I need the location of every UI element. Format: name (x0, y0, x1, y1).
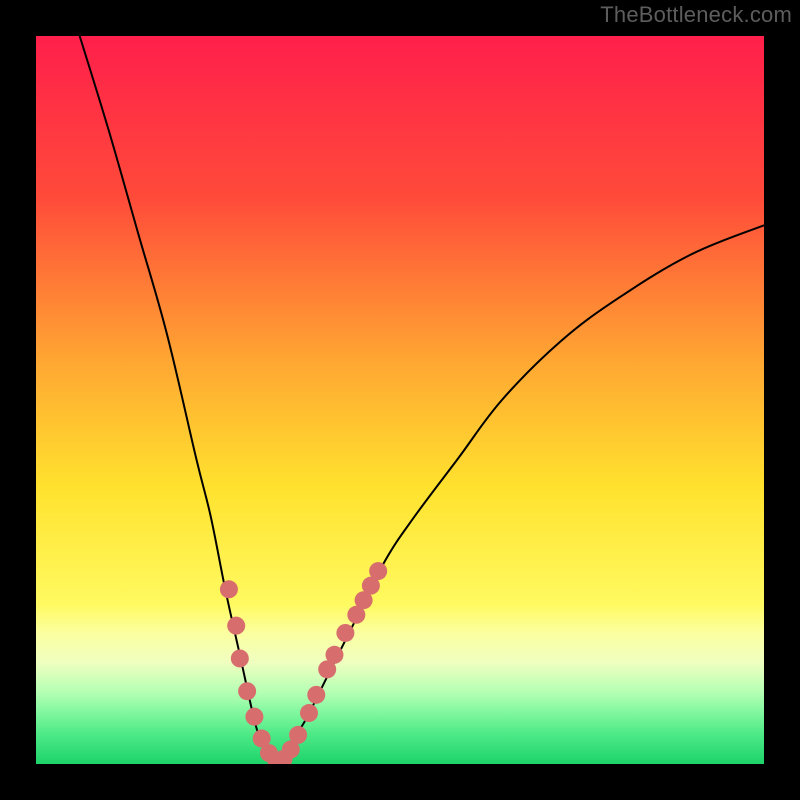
marker-dot (245, 708, 263, 726)
marker-dot (227, 617, 245, 635)
gradient-background (36, 36, 764, 764)
chart-frame: TheBottleneck.com (0, 0, 800, 800)
watermark-label: TheBottleneck.com (600, 2, 792, 28)
marker-dot (220, 580, 238, 598)
marker-dot (289, 726, 307, 744)
chart-area (36, 36, 764, 764)
marker-dot (325, 646, 343, 664)
marker-dot (231, 649, 249, 667)
marker-dot (238, 682, 256, 700)
marker-dot (369, 562, 387, 580)
marker-dot (300, 704, 318, 722)
marker-dot (307, 686, 325, 704)
marker-dot (336, 624, 354, 642)
bottleneck-chart (36, 36, 764, 764)
